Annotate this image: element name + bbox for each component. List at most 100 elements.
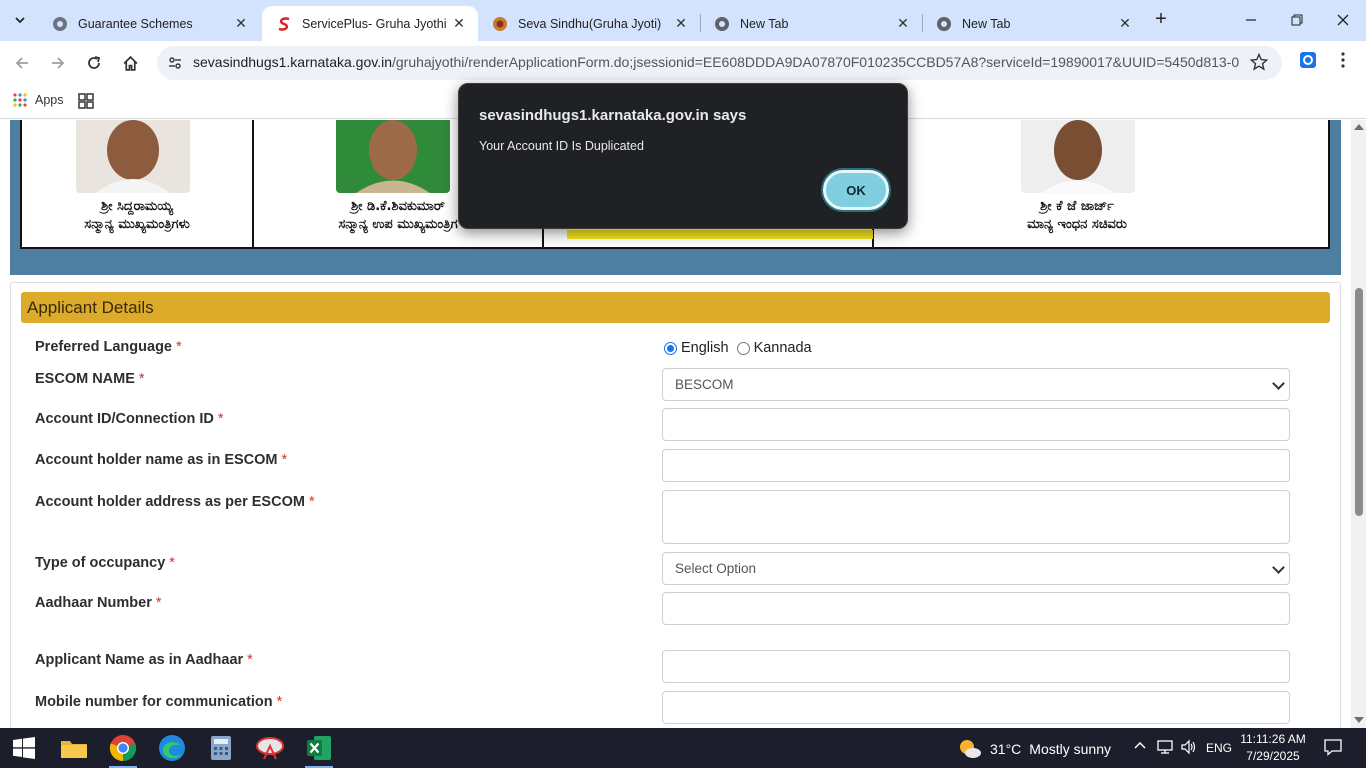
close-tab-icon[interactable]: ✕: [672, 15, 690, 33]
required-mark: *: [308, 494, 315, 510]
weather-temp: 31°C: [990, 741, 1022, 757]
close-window-button[interactable]: [1320, 0, 1366, 40]
page-scrollbar[interactable]: [1351, 120, 1366, 728]
bookmark-apps[interactable]: Apps: [12, 92, 64, 108]
clock-time: 11:11:26 AM: [1240, 732, 1306, 746]
holder-address-textarea[interactable]: [662, 490, 1290, 544]
file-explorer-button[interactable]: [50, 728, 98, 768]
close-tab-icon[interactable]: ✕: [1116, 15, 1134, 33]
leader-card-3: ಶ್ರೀ ಕೆ ಜೆ ಜಾರ್ಜ್ ಮಾನ್ಯ ಇಂಧನ ಸಚಿವರು: [874, 120, 1280, 247]
aadhaar-input[interactable]: [662, 592, 1290, 625]
snipping-tool-taskbar-button[interactable]: [246, 728, 294, 768]
tab-title: New Tab: [962, 16, 1011, 31]
volume-icon[interactable]: [1180, 739, 1198, 758]
holder-address-label: Account holder address as per ESCOM *: [35, 494, 315, 510]
required-mark: *: [138, 371, 145, 387]
leader-photo: [336, 120, 450, 193]
alert-dialog: sevasindhugs1.karnataka.gov.in says Your…: [458, 83, 908, 229]
required-mark: *: [176, 339, 182, 355]
label-text: Aadhaar Number: [35, 595, 152, 611]
minimize-button[interactable]: [1228, 0, 1274, 40]
serviceplus-logo-icon: [276, 16, 292, 32]
back-button[interactable]: [8, 49, 36, 77]
tab-seva-sindhu[interactable]: Seva Sindhu(Gruha Jyoti) ✕: [478, 6, 700, 41]
tab-new-tab-2[interactable]: New Tab ✕: [922, 6, 1144, 41]
home-button[interactable]: [116, 49, 144, 77]
calculator-taskbar-button[interactable]: [197, 728, 245, 768]
section-title: Applicant Details: [21, 292, 1330, 323]
mobile-input[interactable]: [662, 691, 1290, 724]
occupancy-selected-value: Select Option: [675, 561, 757, 576]
edge-icon: [159, 735, 185, 761]
scrollbar-thumb[interactable]: [1355, 288, 1363, 516]
leader-name: ಶ್ರೀ ಸಿದ್ದರಾಮಯ್ಯ: [101, 199, 173, 214]
minimize-icon: [1246, 19, 1256, 21]
chevron-down-icon: [1272, 561, 1285, 574]
tab-title: ServicePlus- Gruha Jyothi Sc: [302, 16, 450, 31]
browser-toolbar: sevasindhugs1.karnataka.gov.in/gruhajyot…: [0, 41, 1366, 85]
chevron-up-icon: [1134, 741, 1146, 749]
applicant-name-label: Applicant Name as in Aadhaar *: [35, 652, 253, 668]
tab-guarantee-schemes[interactable]: Guarantee Schemes ✕: [38, 6, 260, 41]
leader-name: ಶ್ರೀ ಕೆ ಜೆ ಜಾರ್ಜ್: [1040, 199, 1114, 214]
chrome-icon: [109, 735, 137, 762]
chrome-taskbar-button[interactable]: [99, 728, 147, 768]
close-tab-icon[interactable]: ✕: [894, 15, 912, 33]
tab-groups-icon[interactable]: [77, 92, 95, 110]
applicant-details-panel: Applicant Details Preferred Language * En…: [10, 282, 1341, 728]
reload-button[interactable]: [80, 49, 108, 77]
occupancy-label: Type of occupancy *: [35, 555, 175, 571]
excel-taskbar-button[interactable]: [295, 728, 343, 768]
radio-english[interactable]: [664, 341, 677, 355]
holder-name-input[interactable]: [662, 449, 1290, 482]
bookmark-star-icon[interactable]: [1249, 52, 1269, 76]
chrome-icon: [714, 16, 730, 32]
applicant-name-input[interactable]: [662, 650, 1290, 683]
label-text: Account holder name as in ESCOM: [35, 452, 278, 468]
restore-icon: [1291, 14, 1303, 26]
radio-kannada-label: Kannada: [753, 340, 812, 356]
notifications-button[interactable]: [1324, 738, 1342, 759]
account-id-input[interactable]: [662, 408, 1290, 441]
start-button[interactable]: [0, 728, 48, 768]
new-tab-button[interactable]: +: [1150, 8, 1172, 30]
holder-name-label: Account holder name as in ESCOM *: [35, 452, 287, 468]
weather-widget[interactable]: 31°C Mostly sunny: [958, 738, 1111, 760]
required-mark: *: [169, 555, 175, 571]
address-bar[interactable]: sevasindhugs1.karnataka.gov.in/gruhajyot…: [157, 46, 1282, 80]
close-icon: [1337, 14, 1349, 26]
banner-accent-bar: [567, 230, 873, 239]
tab-search-button[interactable]: [6, 6, 34, 34]
network-icon[interactable]: [1156, 739, 1174, 758]
escom-select[interactable]: BESCOM: [662, 368, 1290, 401]
arrow-left-icon: [15, 57, 28, 69]
tab-serviceplus[interactable]: ServicePlus- Gruha Jyothi Sc ✕: [262, 6, 478, 41]
show-hidden-icons-button[interactable]: [1133, 739, 1147, 756]
input-language-indicator[interactable]: ENG: [1206, 741, 1232, 755]
radio-english-label: English: [681, 340, 729, 356]
radio-kannada[interactable]: [736, 341, 750, 355]
label-text: ESCOM NAME: [35, 371, 135, 387]
mobile-label: Mobile number for communication *: [35, 694, 282, 710]
occupancy-select[interactable]: Select Option: [662, 552, 1290, 585]
close-tab-icon[interactable]: ✕: [450, 15, 468, 33]
site-info-icon[interactable]: [163, 51, 187, 75]
chrome-menu-button[interactable]: [1332, 48, 1354, 72]
system-clock[interactable]: 11:11:26 AM 7/29/2025: [1232, 731, 1314, 765]
scroll-up-arrow-icon[interactable]: [1354, 124, 1364, 130]
tab-new-tab-1[interactable]: New Tab ✕: [700, 6, 922, 41]
ok-button[interactable]: OK: [823, 170, 889, 210]
edge-taskbar-button[interactable]: [148, 728, 196, 768]
restore-button[interactable]: [1274, 0, 1320, 40]
forward-button[interactable]: [44, 49, 72, 77]
scroll-down-arrow-icon[interactable]: [1354, 717, 1364, 723]
label-text: Type of occupancy: [35, 555, 166, 571]
extension-icon[interactable]: [1296, 48, 1320, 72]
required-mark: *: [217, 411, 224, 427]
chevron-down-icon: [15, 17, 25, 24]
url-path: /gruhajyothi/renderApplicationForm.do;js…: [391, 54, 1239, 70]
required-mark: *: [281, 452, 288, 468]
close-tab-icon[interactable]: ✕: [232, 15, 250, 33]
url-host: sevasindhugs1.karnataka.gov.in: [193, 54, 392, 70]
home-icon: [123, 55, 137, 71]
